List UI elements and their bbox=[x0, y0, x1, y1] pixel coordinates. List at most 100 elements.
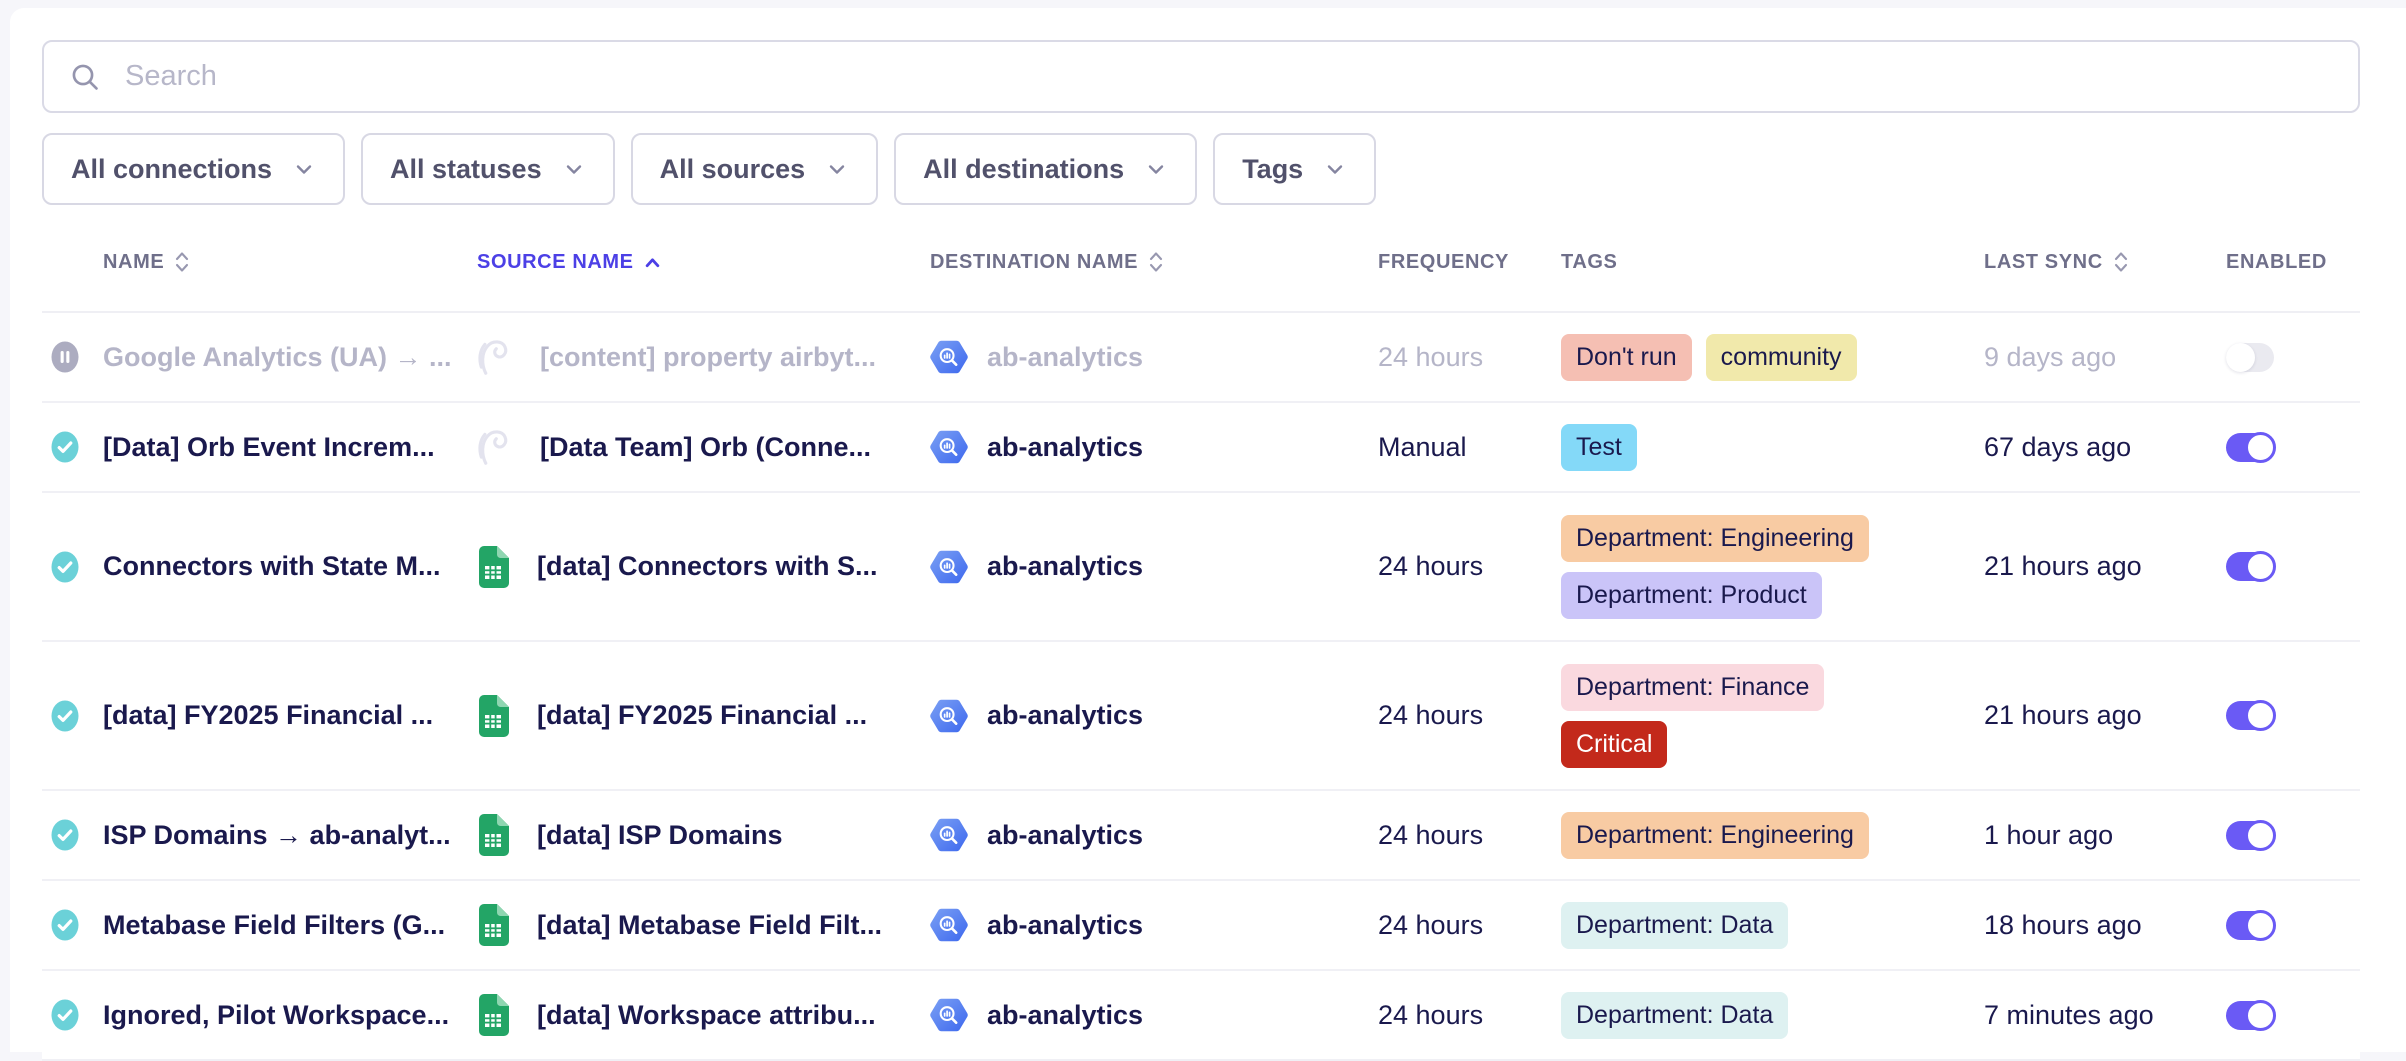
last-sync: 7 minutes ago bbox=[1984, 1000, 2226, 1031]
column-header-name[interactable]: NAME bbox=[103, 250, 477, 274]
source-name: [Data Team] Orb (Conne... bbox=[540, 432, 871, 463]
sort-icon bbox=[174, 250, 190, 274]
table-row[interactable]: Connectors with State M... [data] Connec… bbox=[42, 493, 2360, 642]
connection-name: Connectors with State M... bbox=[103, 551, 477, 582]
column-label: LAST SYNC bbox=[1984, 251, 2103, 274]
tag-chip: Critical bbox=[1561, 721, 1667, 768]
sort-icon bbox=[644, 256, 661, 269]
search-input[interactable] bbox=[123, 59, 2333, 94]
table-row[interactable]: Google Analytics (UA) → ... [content] pr… bbox=[42, 313, 2360, 403]
frequency: 24 hours bbox=[1378, 1000, 1561, 1031]
tags: Department: Engineering bbox=[1561, 812, 1984, 859]
last-sync: 67 days ago bbox=[1984, 432, 2226, 463]
sheets-icon bbox=[477, 994, 509, 1036]
enabled-toggle[interactable] bbox=[2226, 433, 2274, 462]
tag-chip: community bbox=[1706, 334, 1857, 381]
table-row[interactable]: ISP Domains → ab-analyt... [data] ISP Do… bbox=[42, 791, 2360, 881]
bigquery-icon bbox=[930, 340, 968, 374]
tags: Test bbox=[1561, 424, 1984, 471]
frequency: 24 hours bbox=[1378, 820, 1561, 851]
filter-label: Tags bbox=[1242, 154, 1303, 185]
column-label: SOURCE NAME bbox=[477, 251, 634, 274]
frequency: Manual bbox=[1378, 432, 1561, 463]
bigquery-icon bbox=[930, 430, 968, 464]
source-name: [data] Workspace attribu... bbox=[537, 1000, 876, 1031]
filter-dropdown-sources[interactable]: All sources bbox=[631, 133, 879, 205]
connection-name: [Data] Orb Event Increm... bbox=[103, 432, 477, 463]
destination-name: ab-analytics bbox=[987, 1000, 1143, 1031]
tags: Don't runcommunity bbox=[1561, 334, 1984, 381]
filter-dropdown-destinations[interactable]: All destinations bbox=[894, 133, 1197, 205]
tags: Department: Finance Critical bbox=[1561, 664, 1984, 768]
tags: Department: Data bbox=[1561, 902, 1984, 949]
sort-icon bbox=[2113, 250, 2129, 274]
check-circle-icon bbox=[51, 700, 79, 732]
search-icon bbox=[69, 61, 101, 93]
destination-name: ab-analytics bbox=[987, 700, 1143, 731]
connection-name: Ignored, Pilot Workspace... bbox=[103, 1000, 477, 1031]
enabled-toggle[interactable] bbox=[2226, 911, 2274, 940]
check-circle-icon bbox=[51, 909, 79, 941]
check-circle-icon bbox=[51, 431, 79, 463]
column-header-destination[interactable]: DESTINATION NAME bbox=[930, 250, 1378, 274]
sheets-icon bbox=[477, 814, 509, 856]
column-header-enabled[interactable]: ENABLED bbox=[2226, 251, 2360, 274]
column-header-frequency[interactable]: FREQUENCY bbox=[1378, 251, 1561, 274]
connection-name: ISP Domains → ab-analyt... bbox=[103, 820, 477, 851]
bigquery-icon bbox=[930, 699, 968, 733]
tag-chip: Department: Engineering bbox=[1561, 812, 1869, 859]
table-row[interactable]: Ignored, Pilot Workspace... [data] Works… bbox=[42, 971, 2360, 1061]
frequency: 24 hours bbox=[1378, 700, 1561, 731]
source-name: [content] property airbyt... bbox=[540, 342, 876, 373]
bigquery-icon bbox=[930, 998, 968, 1032]
bigquery-icon bbox=[930, 818, 968, 852]
filter-dropdown-tags[interactable]: Tags bbox=[1213, 133, 1376, 205]
tags: Department: EngineeringDepartment: Produ… bbox=[1561, 515, 1984, 619]
destination-name: ab-analytics bbox=[987, 551, 1143, 582]
filter-label: All sources bbox=[660, 154, 806, 185]
table-body: Google Analytics (UA) → ... [content] pr… bbox=[42, 313, 2360, 1061]
tags: Department: Data bbox=[1561, 992, 1984, 1039]
table-row[interactable]: Metabase Field Filters (G... [data] Meta… bbox=[42, 881, 2360, 971]
tag-chip: Department: Product bbox=[1561, 572, 1822, 619]
chevron-down-icon bbox=[562, 157, 586, 181]
destination-name: ab-analytics bbox=[987, 432, 1143, 463]
last-sync: 21 hours ago bbox=[1984, 551, 2226, 582]
chevron-down-icon bbox=[1323, 157, 1347, 181]
check-circle-icon bbox=[51, 819, 79, 851]
enabled-toggle[interactable] bbox=[2226, 552, 2274, 581]
destination-name: ab-analytics bbox=[987, 820, 1143, 851]
connection-name: Metabase Field Filters (G... bbox=[103, 910, 477, 941]
column-label: FREQUENCY bbox=[1378, 251, 1509, 274]
chevron-down-icon bbox=[1144, 157, 1168, 181]
sheets-icon bbox=[477, 904, 509, 946]
enabled-toggle[interactable] bbox=[2226, 343, 2274, 372]
destination-name: ab-analytics bbox=[987, 910, 1143, 941]
column-header-last-sync[interactable]: LAST SYNC bbox=[1984, 250, 2226, 274]
sort-icon bbox=[1148, 250, 1164, 274]
table-row[interactable]: [Data] Orb Event Increm... [Data Team] O… bbox=[42, 403, 2360, 493]
tag-chip: Department: Finance bbox=[1561, 664, 1824, 711]
connection-name: Google Analytics (UA) → ... bbox=[103, 342, 477, 373]
enabled-toggle[interactable] bbox=[2226, 1001, 2274, 1030]
column-label: DESTINATION NAME bbox=[930, 251, 1138, 274]
enabled-toggle[interactable] bbox=[2226, 701, 2274, 730]
filter-dropdown-connections[interactable]: All connections bbox=[42, 133, 345, 205]
table-header: NAME SOURCE NAME DESTINATION NAME FREQUE… bbox=[42, 213, 2360, 313]
filter-label: All destinations bbox=[923, 154, 1124, 185]
column-header-tags[interactable]: TAGS bbox=[1561, 251, 1984, 274]
tag-chip: Department: Data bbox=[1561, 902, 1788, 949]
enabled-toggle[interactable] bbox=[2226, 821, 2274, 850]
source-name: [data] FY2025 Financial ... bbox=[537, 700, 867, 731]
frequency: 24 hours bbox=[1378, 342, 1561, 373]
filter-dropdown-statuses[interactable]: All statuses bbox=[361, 133, 615, 205]
bigquery-icon bbox=[930, 908, 968, 942]
chevron-down-icon bbox=[292, 157, 316, 181]
placeholder-swirl-icon bbox=[477, 338, 512, 377]
frequency: 24 hours bbox=[1378, 910, 1561, 941]
column-header-source[interactable]: SOURCE NAME bbox=[477, 251, 930, 274]
column-label: TAGS bbox=[1561, 251, 1617, 274]
chevron-down-icon bbox=[825, 157, 849, 181]
table-row[interactable]: [data] FY2025 Financial ... [data] FY202… bbox=[42, 642, 2360, 791]
column-label: NAME bbox=[103, 251, 164, 274]
